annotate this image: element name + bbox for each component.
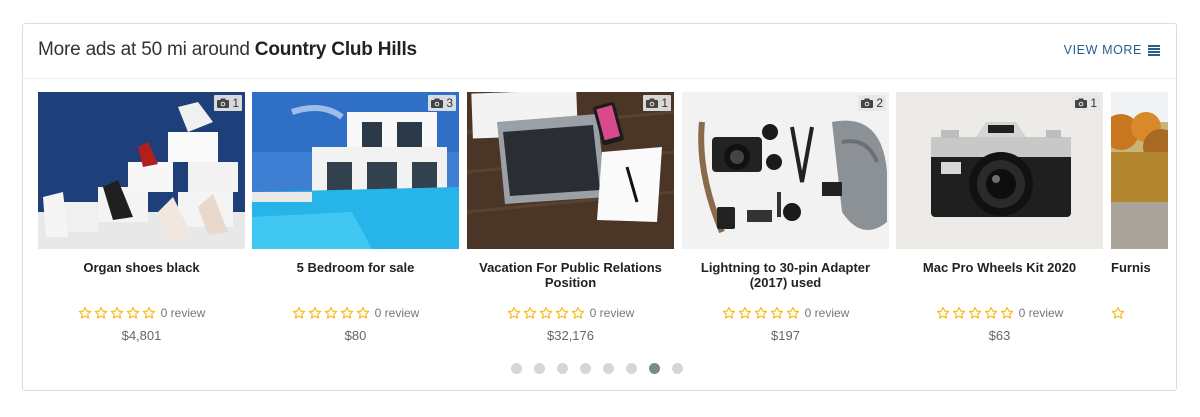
star-outline-icon	[308, 306, 321, 319]
ad-title[interactable]: Lightning to 30-pin Adapter (2017) used	[682, 260, 889, 290]
star-outline-icon	[539, 306, 552, 319]
ad-card[interactable]: 3 5 Bedroom for sale 0 review $80	[252, 92, 459, 357]
star-outline-icon	[1000, 306, 1013, 319]
star-outline-icon	[754, 306, 767, 319]
star-outline-icon	[110, 306, 123, 319]
view-more-label: VIEW MORE	[1063, 43, 1142, 57]
review-count[interactable]: 0 review	[590, 306, 635, 320]
star-outline-icon	[786, 306, 799, 319]
star-outline-icon	[126, 306, 139, 319]
ad-price: $197	[771, 328, 800, 343]
ad-card[interactable]: 1 Organ shoes black 0 review $4,801	[38, 92, 245, 357]
ad-thumbnail[interactable]: 1	[896, 92, 1103, 249]
ad-price: $80	[344, 328, 367, 343]
photo-count-badge: 1	[214, 95, 242, 111]
camera-icon	[861, 98, 874, 108]
camera-icon	[217, 98, 230, 108]
ad-thumbnail[interactable]	[1111, 92, 1168, 249]
rating	[1111, 306, 1168, 320]
ad-card[interactable]: Furnis	[1111, 92, 1168, 357]
ad-card[interactable]: 1 Mac Pro Wheels Kit 2020 0 review $63	[896, 92, 1103, 357]
ad-price: $32,176	[547, 328, 594, 343]
photo-count: 1	[1090, 96, 1097, 110]
ad-thumbnail[interactable]: 2	[682, 92, 889, 249]
photo-count: 3	[446, 96, 453, 110]
star-outline-icon	[78, 306, 91, 319]
star-outline-icon	[555, 306, 568, 319]
ad-title[interactable]: 5 Bedroom for sale	[252, 260, 459, 275]
star-outline-icon	[722, 306, 735, 319]
ad-card[interactable]: 2 Lightning to 30-pin Adapter (2017) use…	[682, 92, 889, 357]
ad-title[interactable]: Furnis	[1111, 260, 1168, 275]
carousel-dot[interactable]	[557, 363, 568, 374]
star-outline-icon	[952, 306, 965, 319]
carousel-dot[interactable]	[626, 363, 637, 374]
section-title-city: Country Club Hills	[254, 39, 417, 60]
review-count[interactable]: 0 review	[161, 306, 206, 320]
star-outline-icon	[1111, 306, 1125, 319]
ad-card[interactable]: 1 Vacation For Public Relations Position…	[467, 92, 674, 357]
section-title-prefix: More ads at 50 mi around	[38, 39, 255, 60]
star-outline-icon	[340, 306, 353, 319]
carousel-dot[interactable]	[603, 363, 614, 374]
carousel-dot[interactable]	[534, 363, 545, 374]
carousel-dot[interactable]	[672, 363, 683, 374]
photo-count-badge: 1	[643, 95, 671, 111]
photo-count: 1	[232, 96, 239, 110]
carousel-dot-active[interactable]	[649, 363, 660, 374]
photo-count: 1	[661, 96, 668, 110]
star-outline-icon	[770, 306, 783, 319]
rating: 0 review	[38, 306, 245, 320]
carousel-dot[interactable]	[580, 363, 591, 374]
ad-thumbnail[interactable]: 3	[252, 92, 459, 249]
photo-count-badge: 1	[1072, 95, 1100, 111]
view-more-link[interactable]: VIEW MORE	[1064, 43, 1160, 57]
ad-title[interactable]: Mac Pro Wheels Kit 2020	[896, 260, 1103, 275]
photo-count-badge: 3	[428, 95, 456, 111]
ad-thumbnail[interactable]: 1	[38, 92, 245, 249]
rating: 0 review	[682, 306, 889, 320]
camera-icon	[1075, 98, 1088, 108]
star-outline-icon	[571, 306, 584, 319]
ad-price: $63	[988, 328, 1011, 343]
rating: 0 review	[467, 306, 674, 320]
carousel-pagination	[511, 363, 683, 374]
star-outline-icon	[523, 306, 536, 319]
ad-title[interactable]: Vacation For Public Relations Position	[467, 260, 674, 290]
related-ads-panel: More ads at 50 mi around Country Club Hi…	[22, 23, 1177, 391]
star-outline-icon	[968, 306, 981, 319]
review-count[interactable]: 0 review	[805, 306, 850, 320]
star-outline-icon	[936, 306, 949, 319]
star-outline-icon	[324, 306, 337, 319]
list-icon	[1148, 44, 1160, 56]
ad-thumbnail[interactable]: 1	[467, 92, 674, 249]
rating: 0 review	[896, 306, 1103, 320]
star-outline-icon	[356, 306, 369, 319]
review-count[interactable]: 0 review	[1019, 306, 1064, 320]
star-outline-icon	[738, 306, 751, 319]
ad-title[interactable]: Organ shoes black	[38, 260, 245, 275]
star-outline-icon	[292, 306, 305, 319]
camera-icon	[646, 98, 659, 108]
section-title: More ads at 50 mi around Country Club Hi…	[38, 39, 417, 61]
rating: 0 review	[252, 306, 459, 320]
star-outline-icon	[984, 306, 997, 319]
photo-count: 2	[876, 96, 883, 110]
carousel-dot[interactable]	[511, 363, 522, 374]
star-outline-icon	[94, 306, 107, 319]
camera-icon	[431, 98, 444, 108]
photo-count-badge: 2	[858, 95, 886, 111]
star-outline-icon	[507, 306, 520, 319]
star-outline-icon	[142, 306, 155, 319]
ads-carousel[interactable]: 1 Organ shoes black 0 review $4,801 3 5 …	[38, 92, 1168, 362]
ad-price: $4,801	[121, 328, 162, 343]
review-count[interactable]: 0 review	[375, 306, 420, 320]
panel-header: More ads at 50 mi around Country Club Hi…	[23, 24, 1176, 79]
